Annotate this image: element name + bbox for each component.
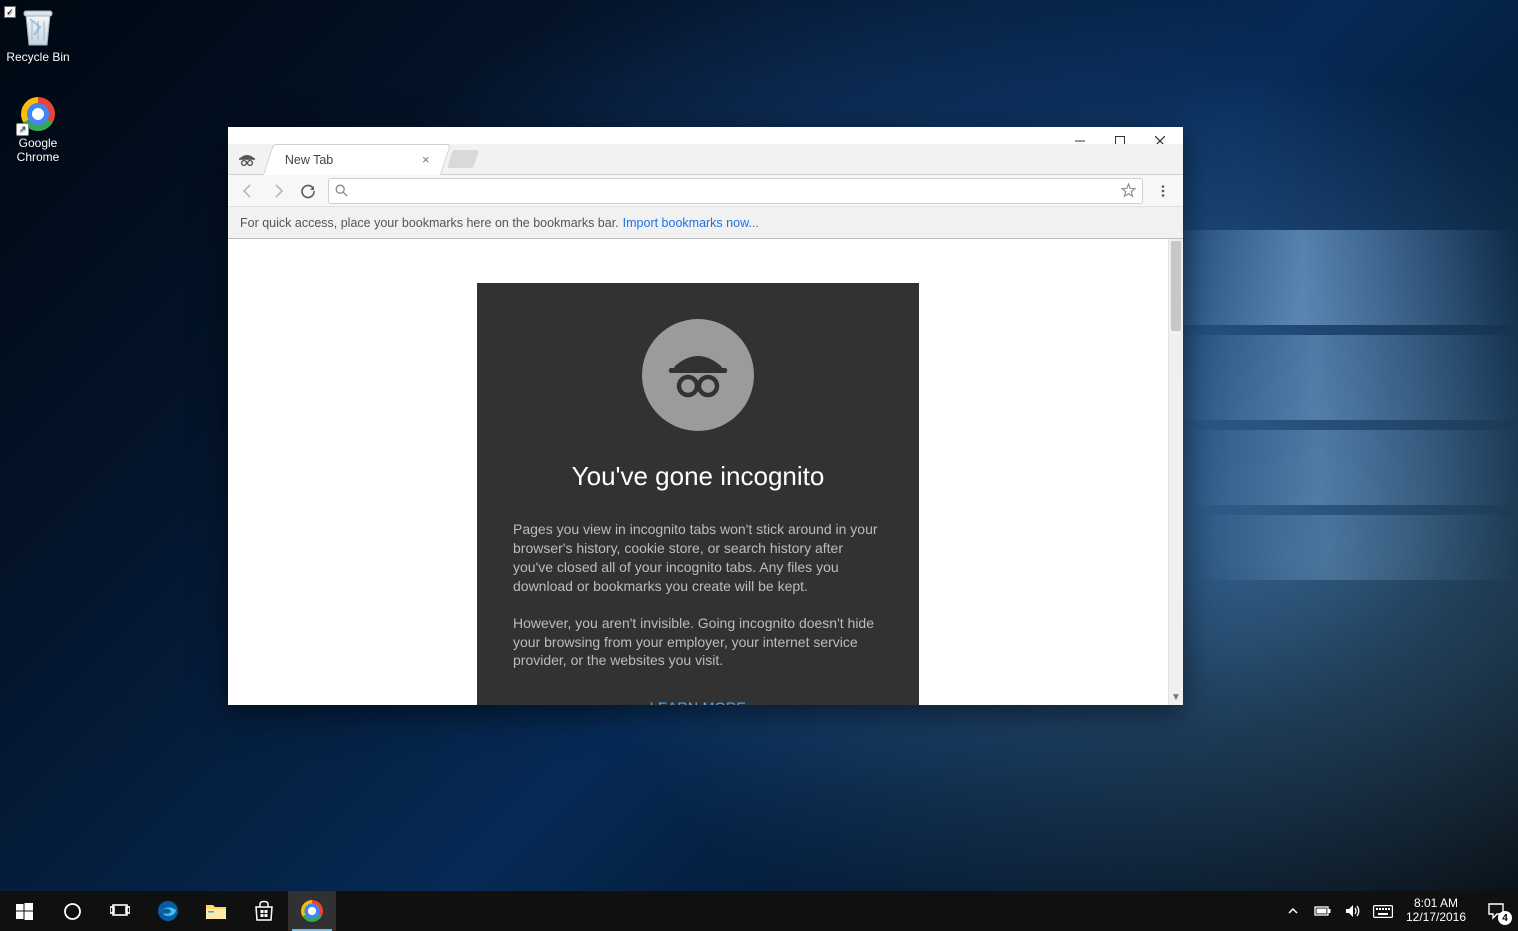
clock-time: 8:01 AM	[1414, 897, 1458, 911]
page-viewport: You've gone incognito Pages you view in …	[228, 239, 1183, 705]
notification-badge: 4	[1498, 911, 1512, 925]
scrollbar-down-arrow[interactable]: ▼	[1169, 690, 1183, 705]
desktop-icon-label: Recycle Bin	[6, 50, 69, 64]
tray-volume-icon[interactable]	[1338, 904, 1368, 918]
tray-chevron-up-icon[interactable]	[1278, 905, 1308, 917]
taskbar-clock[interactable]: 8:01 AM 12/17/2016	[1398, 891, 1474, 931]
tab-close-button[interactable]: ×	[419, 153, 433, 167]
reload-button[interactable]	[294, 177, 322, 205]
tab-title: New Tab	[285, 153, 333, 167]
recycle-bin-icon: ✓	[16, 6, 60, 50]
incognito-paragraph: Pages you view in incognito tabs won't s…	[513, 520, 883, 596]
clock-date: 12/17/2016	[1406, 911, 1466, 925]
taskbar-app-chrome[interactable]	[288, 891, 336, 931]
new-tab-button[interactable]	[447, 150, 479, 168]
cortana-button[interactable]	[48, 891, 96, 931]
menu-button[interactable]	[1149, 177, 1177, 205]
incognito-hero-icon	[513, 319, 883, 431]
chrome-icon: ↗	[16, 92, 60, 136]
bookmark-star-icon[interactable]	[1121, 183, 1136, 198]
browser-tab[interactable]: New Tab ×	[263, 144, 451, 175]
chrome-icon	[301, 900, 323, 922]
bookmarks-bar: For quick access, place your bookmarks h…	[228, 207, 1183, 239]
search-icon	[335, 184, 348, 197]
omnibox-input[interactable]	[354, 180, 1115, 202]
desktop-icon-label: Google Chrome	[0, 136, 76, 164]
taskbar-app-file-explorer[interactable]	[192, 891, 240, 931]
start-button[interactable]	[0, 891, 48, 931]
wallpaper-streak	[1198, 515, 1518, 580]
action-center-button[interactable]: 4	[1474, 891, 1518, 931]
omnibox[interactable]	[328, 178, 1143, 204]
taskbar-app-edge[interactable]	[144, 891, 192, 931]
browser-toolbar	[228, 175, 1183, 207]
bookmarks-hint: For quick access, place your bookmarks h…	[240, 216, 619, 230]
chrome-window: New Tab ×	[228, 127, 1183, 705]
tab-strip: New Tab ×	[228, 144, 1183, 175]
taskbar-spacer	[336, 891, 1278, 931]
incognito-heading: You've gone incognito	[513, 459, 883, 494]
forward-button[interactable]	[264, 177, 292, 205]
taskbar: 8:01 AM 12/17/2016 4	[0, 891, 1518, 931]
desktop-icon-recycle-bin[interactable]: ✓ Recycle Bin	[0, 6, 76, 64]
taskbar-app-store[interactable]	[240, 891, 288, 931]
desktop-icon-google-chrome[interactable]: ↗ Google Chrome	[0, 92, 76, 164]
shortcut-arrow-icon: ↗	[16, 123, 29, 136]
learn-more-link[interactable]: LEARN MORE	[513, 698, 883, 705]
wallpaper-streak	[1178, 335, 1518, 420]
vertical-scrollbar[interactable]: ▲ ▼	[1168, 239, 1183, 705]
desktop-wallpaper[interactable]: ✓ Recycle Bin ↗ Google Chrome	[0, 0, 1518, 931]
scrollbar-thumb[interactable]	[1171, 241, 1181, 331]
back-button[interactable]	[234, 177, 262, 205]
wallpaper-streak	[1188, 430, 1518, 505]
tray-keyboard-icon[interactable]	[1368, 905, 1398, 918]
incognito-paragraph: However, you aren't invisible. Going inc…	[513, 614, 883, 671]
wallpaper-streak	[1158, 230, 1518, 325]
tray-battery-icon[interactable]	[1308, 905, 1338, 917]
incognito-badge-icon	[236, 149, 258, 171]
task-view-button[interactable]	[96, 891, 144, 931]
system-tray	[1278, 891, 1398, 931]
incognito-card: You've gone incognito Pages you view in …	[477, 283, 919, 705]
import-bookmarks-link[interactable]: Import bookmarks now...	[623, 216, 759, 230]
